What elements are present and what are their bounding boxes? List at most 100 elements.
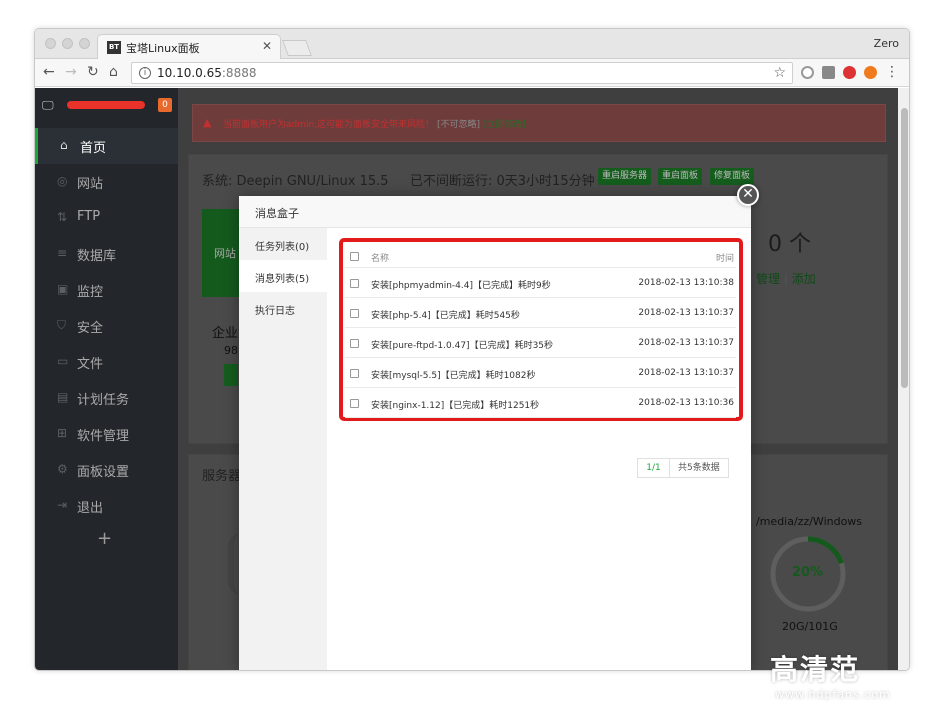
modal-tabs: 任务列表(0) 消息列表(5) 执行日志 bbox=[239, 228, 327, 670]
sidebar-item-website[interactable]: ◎ 网站 bbox=[35, 164, 178, 200]
system-info: 系统: Deepin GNU/Linux 15.5 bbox=[202, 174, 389, 189]
modal-close-icon[interactable]: ✕ bbox=[737, 184, 759, 206]
tab-close-icon[interactable]: ✕ bbox=[262, 39, 272, 53]
sidebar-item-label: FTP bbox=[77, 209, 101, 224]
sidebar-item-monitor[interactable]: ▣ 监控 bbox=[35, 272, 178, 308]
add-icon[interactable]: + bbox=[97, 528, 112, 549]
sidebar-item-software[interactable]: ⊞ 软件管理 bbox=[35, 416, 178, 452]
minimize-window-button[interactable] bbox=[62, 38, 73, 49]
sidebar: 🖵 0 ⌂ 首页 ◎ 网站 ⇅ FTP ≡ 数据库 ▣ 监控 ⛉ 安全 ▭ 文件… bbox=[35, 88, 178, 670]
redacted-server-name bbox=[67, 101, 145, 109]
browser-toolbar: ← → ↻ ⌂ i 10.10.0.65:8888 ☆ ⋮ bbox=[35, 59, 909, 87]
info-icon[interactable]: i bbox=[139, 67, 151, 79]
close-window-button[interactable] bbox=[45, 38, 56, 49]
row-checkbox[interactable] bbox=[350, 309, 359, 318]
sidebar-item-ftp[interactable]: ⇅ FTP bbox=[35, 200, 178, 236]
pagination: 1/1 共5条数据 bbox=[637, 458, 729, 478]
extension-orange-icon[interactable] bbox=[864, 66, 877, 79]
row-time: 2018-02-13 13:10:36 bbox=[638, 398, 734, 408]
tab-message-list[interactable]: 消息列表(5) bbox=[239, 260, 327, 292]
disk-percent: 20% bbox=[792, 565, 824, 580]
profile-name[interactable]: Zero bbox=[874, 37, 899, 50]
sidebar-item-files[interactable]: ▭ 文件 bbox=[35, 344, 178, 380]
sidebar-item-database[interactable]: ≡ 数据库 bbox=[35, 236, 178, 272]
warning-text: 当前面板用户为admin,这可能为面板安全带来风险！ [不可忽略] [立即修改] bbox=[223, 120, 526, 130]
column-time: 时间 bbox=[715, 254, 734, 264]
window-controls bbox=[45, 38, 90, 49]
tab-exec-log[interactable]: 执行日志 bbox=[239, 292, 327, 324]
sidebar-header: 🖵 0 bbox=[35, 88, 178, 122]
row-name: 安装[phpmyadmin-4.4]【已完成】耗时9秒 bbox=[371, 281, 551, 291]
sidebar-item-home[interactable]: ⌂ 首页 bbox=[35, 128, 178, 164]
total-count: 共5条数据 bbox=[678, 463, 720, 473]
scroll-thumb[interactable] bbox=[901, 108, 908, 388]
notification-badge[interactable]: 0 bbox=[158, 98, 172, 112]
row-name: 安装[mysql-5.5]【已完成】耗时1082秒 bbox=[371, 371, 536, 381]
new-tab-button[interactable] bbox=[282, 40, 312, 56]
sidebar-item-label: 网站 bbox=[77, 177, 104, 192]
manage-add-links: 管理 | 添加 bbox=[756, 272, 816, 286]
website-stat-box[interactable]: 网站 bbox=[202, 209, 242, 297]
shield-icon: ⛉ bbox=[57, 318, 67, 332]
menu-dots-icon[interactable]: ⋮ bbox=[885, 64, 899, 80]
sidebar-item-label: 面板设置 bbox=[77, 465, 130, 480]
sidebar-item-label: 首页 bbox=[80, 141, 107, 156]
warning-icon: ▲ bbox=[203, 116, 212, 129]
row-checkbox[interactable] bbox=[350, 399, 359, 408]
browser-tab[interactable]: BT 宝塔Linux面板 ✕ bbox=[97, 34, 281, 60]
sidebar-item-label: 数据库 bbox=[77, 249, 117, 264]
row-checkbox[interactable] bbox=[350, 339, 359, 348]
sidebar-item-cron[interactable]: ▤ 计划任务 bbox=[35, 380, 178, 416]
watermark-url: www.hdpfans.com bbox=[775, 688, 891, 701]
ftp-icon: ⇅ bbox=[57, 210, 68, 224]
row-checkbox[interactable] bbox=[350, 279, 359, 288]
warning-banner: ▲ 当前面板用户为admin,这可能为面板安全带来风险！ [不可忽略] [立即修… bbox=[192, 104, 886, 142]
extension-circle-icon[interactable] bbox=[801, 66, 814, 79]
sidebar-item-label: 退出 bbox=[77, 501, 104, 516]
monitor-icon: ▣ bbox=[57, 282, 69, 296]
restart-server-button[interactable]: 重启服务器 bbox=[598, 168, 652, 185]
row-time: 2018-02-13 13:10:37 bbox=[638, 308, 734, 318]
row-checkbox[interactable] bbox=[350, 369, 359, 378]
sidebar-item-security[interactable]: ⛉ 安全 bbox=[35, 308, 178, 344]
home-icon: ⌂ bbox=[60, 138, 68, 152]
tab-task-list[interactable]: 任务列表(0) bbox=[239, 228, 327, 260]
sidebar-item-settings[interactable]: ⚙ 面板设置 bbox=[35, 452, 178, 488]
sidebar-item-label: 软件管理 bbox=[77, 429, 130, 444]
select-all-checkbox[interactable] bbox=[350, 252, 359, 261]
adblock-icon[interactable] bbox=[843, 66, 856, 79]
ignore-link[interactable]: [不可忽略] bbox=[437, 120, 480, 130]
disk-size: 20G/101G bbox=[782, 620, 838, 633]
url-text[interactable]: 10.10.0.65:8888 bbox=[157, 66, 256, 80]
add-link[interactable]: 添加 bbox=[792, 272, 816, 286]
table-row: 安装[phpmyadmin-4.4]【已完成】耗时9秒 2018-02-13 1… bbox=[345, 268, 736, 298]
message-box-modal: 消息盒子 任务列表(0) 消息列表(5) 执行日志 名称 时间 安装[phpmy… bbox=[239, 196, 751, 670]
watermark-logo: 高清范 bbox=[770, 653, 861, 686]
extension-grid-icon[interactable] bbox=[822, 66, 835, 79]
bookmark-star-icon[interactable]: ☆ bbox=[773, 65, 786, 81]
sidebar-item-logout[interactable]: ⇥ 退出 bbox=[35, 488, 178, 524]
row-time: 2018-02-13 13:10:37 bbox=[638, 338, 734, 348]
home-button-icon[interactable]: ⌂ bbox=[109, 64, 118, 80]
table-row: 安装[nginx-1.12]【已完成】耗时1251秒 2018-02-13 13… bbox=[345, 388, 736, 418]
grid-icon: ⊞ bbox=[57, 426, 68, 440]
row-time: 2018-02-13 13:10:37 bbox=[638, 368, 734, 378]
enterprise-number: 98 bbox=[224, 344, 238, 357]
browser-window: BT 宝塔Linux面板 ✕ Zero ← → ↻ ⌂ i 10.10.0.65… bbox=[34, 28, 910, 671]
current-page[interactable]: 1/1 bbox=[638, 459, 670, 477]
page-scrollbar[interactable] bbox=[898, 88, 909, 670]
database-icon: ≡ bbox=[57, 246, 68, 260]
restart-panel-button[interactable]: 重启面板 bbox=[658, 168, 703, 185]
disk-name: /media/zz/Windows bbox=[756, 515, 863, 528]
enterprise-button[interactable] bbox=[224, 364, 238, 386]
fix-link[interactable]: [立即修改] bbox=[483, 120, 526, 130]
reload-icon[interactable]: ↻ bbox=[87, 64, 99, 80]
address-bar[interactable]: i 10.10.0.65:8888 ☆ bbox=[131, 62, 793, 84]
back-icon[interactable]: ← bbox=[43, 64, 55, 80]
forward-icon[interactable]: → bbox=[65, 64, 77, 80]
gear-icon: ⚙ bbox=[57, 462, 68, 476]
row-name: 安装[php-5.4]【已完成】耗时545秒 bbox=[371, 311, 520, 321]
manage-link[interactable]: 管理 bbox=[756, 272, 780, 286]
repair-panel-button[interactable]: 修复面板 bbox=[710, 168, 755, 185]
maximize-window-button[interactable] bbox=[79, 38, 90, 49]
